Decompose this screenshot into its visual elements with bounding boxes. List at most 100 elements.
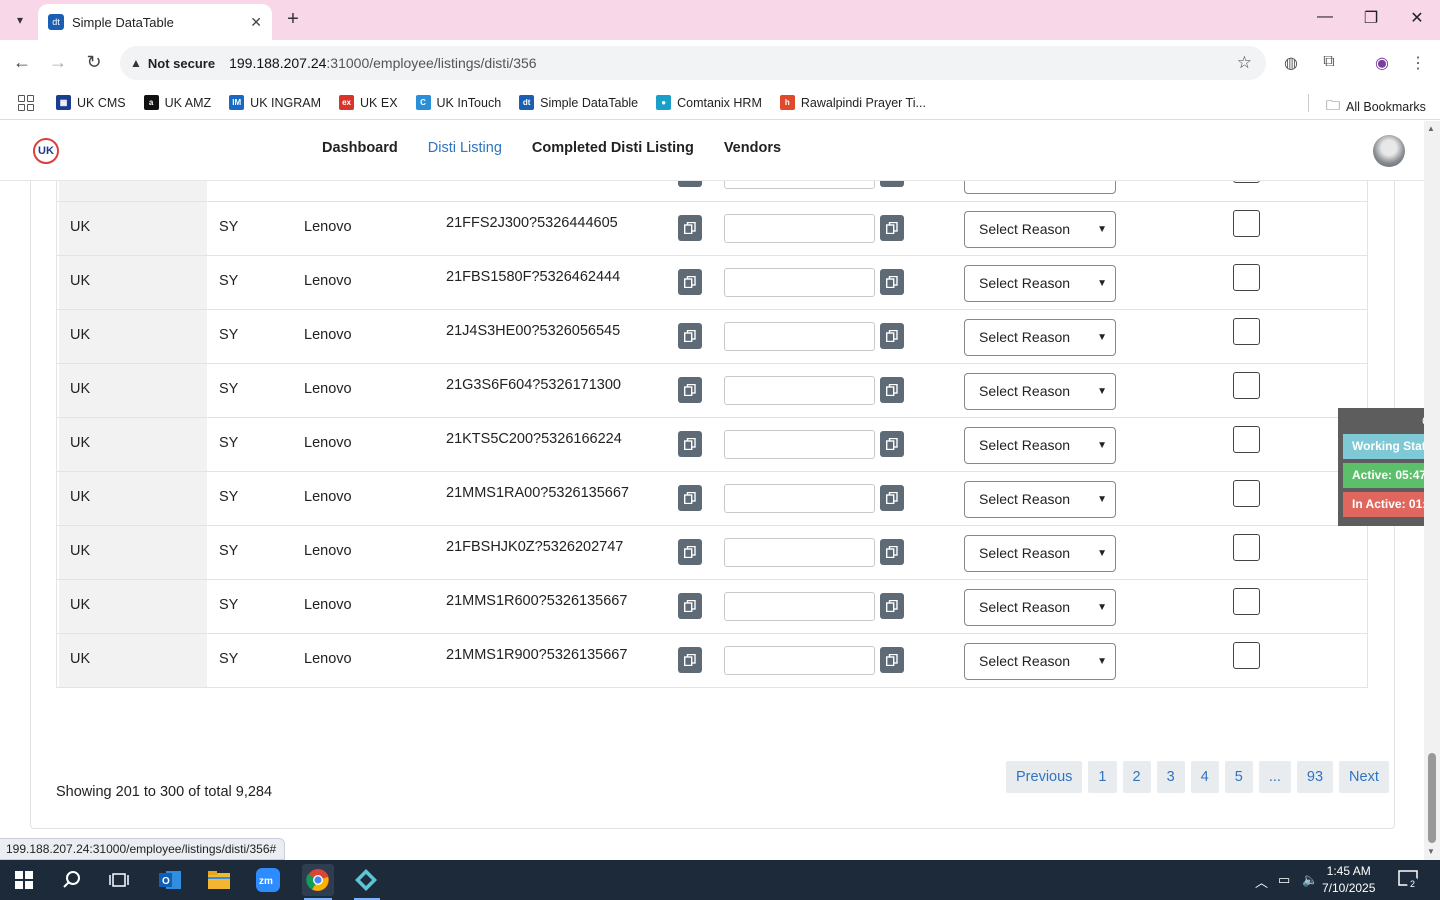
- copy-input-icon[interactable]: [880, 323, 904, 349]
- copy-input-icon[interactable]: [880, 377, 904, 403]
- profile-icon[interactable]: ◉: [1371, 53, 1393, 73]
- copy-sku-icon[interactable]: [678, 485, 702, 511]
- sku-input[interactable]: [724, 214, 875, 243]
- nav-dashboard[interactable]: Dashboard: [322, 140, 398, 156]
- row-checkbox[interactable]: [1233, 318, 1260, 345]
- app-logo[interactable]: UK: [33, 138, 59, 164]
- apps-grid-icon[interactable]: [18, 94, 34, 111]
- nav-completed-disti-listing[interactable]: Completed Disti Listing: [532, 140, 694, 156]
- reason-select[interactable]: Select Reason ▼: [964, 265, 1116, 302]
- copy-sku-icon[interactable]: [678, 539, 702, 565]
- forward-icon[interactable]: →: [46, 52, 70, 73]
- page-link[interactable]: 5: [1224, 761, 1253, 793]
- sku-input[interactable]: [724, 592, 875, 621]
- outlook-icon[interactable]: O: [154, 864, 186, 896]
- bookmark-star-icon[interactable]: ☆: [1237, 53, 1252, 73]
- windows-start-icon[interactable]: [8, 864, 40, 896]
- copy-input-icon[interactable]: [880, 593, 904, 619]
- copy-sku-icon[interactable]: [678, 647, 702, 673]
- bookmark-item[interactable]: dt Simple DataTable: [519, 95, 638, 110]
- copy-sku-icon[interactable]: [678, 431, 702, 457]
- page-link[interactable]: ...: [1258, 761, 1291, 793]
- reason-select[interactable]: Select Reason ▼: [964, 589, 1116, 626]
- row-checkbox[interactable]: [1233, 534, 1260, 561]
- sku-input[interactable]: [724, 484, 875, 513]
- copy-input-icon[interactable]: [880, 431, 904, 457]
- minimize-icon[interactable]: —: [1310, 8, 1340, 26]
- restore-icon[interactable]: ❐: [1356, 8, 1386, 28]
- sku-input[interactable]: [724, 376, 875, 405]
- sku-input[interactable]: [724, 430, 875, 459]
- zoom-icon[interactable]: zm: [252, 864, 284, 896]
- sku-input[interactable]: [724, 268, 875, 297]
- notification-icon[interactable]: 2: [1398, 869, 1420, 892]
- reload-icon[interactable]: ↻: [82, 52, 106, 73]
- sku-input[interactable]: [724, 322, 875, 351]
- menu-icon[interactable]: ⋮: [1407, 53, 1429, 73]
- tab-search-icon[interactable]: ▾: [8, 8, 32, 32]
- translate-icon[interactable]: ◍: [1280, 53, 1302, 73]
- browser-tab[interactable]: dt Simple DataTable ✕: [38, 4, 272, 40]
- copy-sku-icon[interactable]: [678, 215, 702, 241]
- page-link[interactable]: Next: [1339, 761, 1389, 793]
- clock[interactable]: 1:45 AM 7/10/2025: [1322, 863, 1375, 897]
- avatar[interactable]: [1373, 135, 1405, 167]
- file-explorer-icon[interactable]: [203, 864, 235, 896]
- sku-input[interactable]: [724, 538, 875, 567]
- new-tab-icon[interactable]: +: [282, 9, 304, 31]
- row-checkbox[interactable]: [1233, 426, 1260, 453]
- copy-sku-icon[interactable]: [678, 323, 702, 349]
- copy-input-icon[interactable]: [880, 647, 904, 673]
- row-checkbox[interactable]: [1233, 588, 1260, 615]
- bookmark-item[interactable]: h Rawalpindi Prayer Ti...: [779, 95, 926, 110]
- task-view-icon[interactable]: [103, 864, 135, 896]
- copy-sku-icon[interactable]: [678, 377, 702, 403]
- reason-select[interactable]: Select Reason ▼: [964, 481, 1116, 518]
- page-link[interactable]: 93: [1296, 761, 1334, 793]
- volume-icon[interactable]: 🔈: [1302, 872, 1318, 888]
- back-icon[interactable]: ←: [10, 52, 34, 73]
- copy-sku-icon[interactable]: [678, 269, 702, 295]
- reason-select[interactable]: Select Reason ▼: [964, 427, 1116, 464]
- nav-vendors[interactable]: Vendors: [724, 140, 781, 156]
- scroll-up-icon[interactable]: ▲: [1427, 124, 1435, 133]
- page-link[interactable]: 3: [1156, 761, 1185, 793]
- copy-input-icon[interactable]: [880, 539, 904, 565]
- reason-select[interactable]: Select Reason ▼: [964, 319, 1116, 356]
- app-diamond-icon[interactable]: [350, 864, 382, 896]
- row-checkbox[interactable]: [1233, 642, 1260, 669]
- copy-input-icon[interactable]: [880, 269, 904, 295]
- nav-disti-listing[interactable]: Disti Listing: [428, 140, 502, 156]
- bookmark-item[interactable]: C UK InTouch: [415, 95, 501, 110]
- page-link[interactable]: 2: [1122, 761, 1151, 793]
- reason-select[interactable]: Select Reason ▼: [964, 535, 1116, 572]
- page-scrollbar[interactable]: ▲ ▼: [1424, 121, 1440, 860]
- network-icon[interactable]: ▭: [1278, 872, 1290, 888]
- page-link[interactable]: Previous: [1006, 761, 1083, 793]
- bookmark-item[interactable]: ▦ UK CMS: [56, 95, 126, 110]
- extensions-icon[interactable]: ⧉: [1318, 53, 1340, 71]
- copy-input-icon[interactable]: [880, 215, 904, 241]
- reason-select[interactable]: Select Reason ▼: [964, 211, 1116, 248]
- scroll-down-icon[interactable]: ▼: [1427, 847, 1435, 856]
- page-link[interactable]: 4: [1190, 761, 1219, 793]
- row-checkbox[interactable]: [1233, 210, 1260, 237]
- reason-select[interactable]: Select Reason ▼: [964, 373, 1116, 410]
- bookmark-item[interactable]: IM UK INGRAM: [229, 95, 321, 110]
- row-checkbox[interactable]: [1233, 372, 1260, 399]
- sku-input[interactable]: [724, 646, 875, 675]
- tray-chevron-icon[interactable]: ︿: [1255, 872, 1268, 891]
- reason-select[interactable]: Select Reason ▼: [964, 643, 1116, 680]
- search-icon[interactable]: [56, 864, 88, 896]
- window-close-icon[interactable]: ✕: [1402, 8, 1432, 28]
- row-checkbox[interactable]: [1233, 480, 1260, 507]
- bookmark-item[interactable]: ● Comtanix HRM: [656, 95, 762, 110]
- tab-close-icon[interactable]: ✕: [250, 14, 262, 31]
- all-bookmarks[interactable]: 🗀 All Bookmarks: [1326, 95, 1426, 119]
- address-bar[interactable]: ▲ Not secure 199.188.207.24:31000/employ…: [120, 46, 1266, 80]
- bookmark-item[interactable]: a UK AMZ: [143, 95, 211, 110]
- bookmark-item[interactable]: ex UK EX: [339, 95, 398, 110]
- copy-input-icon[interactable]: [880, 485, 904, 511]
- copy-sku-icon[interactable]: [678, 593, 702, 619]
- chrome-icon[interactable]: [302, 864, 334, 896]
